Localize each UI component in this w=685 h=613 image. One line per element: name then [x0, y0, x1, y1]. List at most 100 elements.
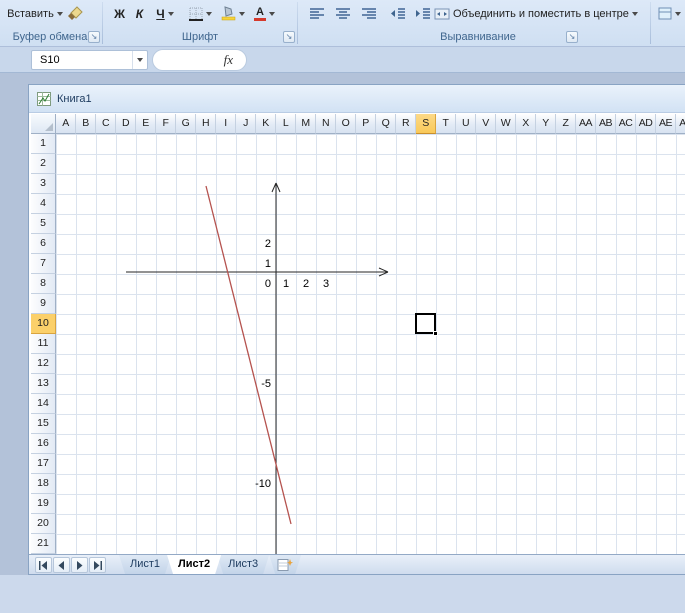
- row-header-9[interactable]: 9: [31, 294, 56, 314]
- column-header-B[interactable]: B: [76, 114, 96, 134]
- insert-function-button[interactable]: fx: [224, 52, 233, 68]
- previous-sheet-button[interactable]: [53, 557, 70, 573]
- row-header-11[interactable]: 11: [31, 334, 56, 354]
- row-header-8[interactable]: 8: [31, 274, 56, 294]
- align-left-button[interactable]: [305, 2, 329, 25]
- align-left-icon: [310, 8, 324, 19]
- column-header-I[interactable]: I: [216, 114, 236, 134]
- align-center-button[interactable]: [331, 2, 355, 25]
- column-header-F[interactable]: F: [156, 114, 176, 134]
- column-header-C[interactable]: C: [96, 114, 116, 134]
- borders-button[interactable]: [186, 2, 215, 25]
- row-header-2[interactable]: 2: [31, 154, 56, 174]
- column-header-T[interactable]: T: [436, 114, 456, 134]
- sheet-tab-Лист2[interactable]: Лист2: [167, 555, 221, 574]
- workbook-titlebar: Книга1: [29, 85, 685, 113]
- row-header-19[interactable]: 19: [31, 494, 56, 514]
- column-header-V[interactable]: V: [476, 114, 496, 134]
- decrease-indent-button[interactable]: [386, 2, 410, 25]
- row-header-17[interactable]: 17: [31, 454, 56, 474]
- row-header-7[interactable]: 7: [31, 254, 56, 274]
- align-right-button[interactable]: [357, 2, 381, 25]
- column-header-X[interactable]: X: [516, 114, 536, 134]
- selection-box[interactable]: [415, 313, 438, 336]
- underline-button[interactable]: Ч: [150, 2, 180, 25]
- row-header-4[interactable]: 4: [31, 194, 56, 214]
- column-header-L[interactable]: L: [276, 114, 296, 134]
- row-header-21[interactable]: 21: [31, 534, 56, 554]
- column-header-K[interactable]: K: [256, 114, 276, 134]
- clipboard-dialog-launcher[interactable]: ↘: [88, 31, 100, 43]
- grid[interactable]: 2 1 0 1 2 3 -5 -10: [56, 134, 685, 554]
- cell-K7[interactable]: 1: [236, 254, 276, 274]
- column-headers: ABCDEFGHIJKLMNOPQRSTUVWXYZAAABACADAEAF: [56, 114, 685, 134]
- name-box-dropdown[interactable]: [132, 51, 147, 69]
- column-header-E[interactable]: E: [136, 114, 156, 134]
- insert-sheet-button[interactable]: [269, 555, 301, 574]
- column-header-S[interactable]: S: [416, 114, 436, 134]
- row-header-14[interactable]: 14: [31, 394, 56, 414]
- font-group-text: Шрифт: [181, 31, 219, 43]
- column-header-G[interactable]: G: [176, 114, 196, 134]
- row-header-18[interactable]: 18: [31, 474, 56, 494]
- fill-handle[interactable]: [433, 331, 438, 336]
- column-header-R[interactable]: R: [396, 114, 416, 134]
- column-header-Z[interactable]: Z: [556, 114, 576, 134]
- column-header-P[interactable]: P: [356, 114, 376, 134]
- cell-layer: 2 1 0 1 2 3 -5 -10: [56, 134, 685, 554]
- italic-button[interactable]: К: [130, 2, 149, 25]
- row-header-10[interactable]: 10: [31, 314, 56, 334]
- column-header-Q[interactable]: Q: [376, 114, 396, 134]
- sheet-tab-Лист1[interactable]: Лист1: [119, 555, 171, 574]
- cell-K18[interactable]: -10: [236, 474, 276, 494]
- next-sheet-button[interactable]: [71, 557, 88, 573]
- cell-M8[interactable]: 2: [296, 274, 316, 294]
- row-header-1[interactable]: 1: [31, 134, 56, 154]
- column-header-H[interactable]: H: [196, 114, 216, 134]
- column-header-AE[interactable]: AE: [656, 114, 676, 134]
- row-header-3[interactable]: 3: [31, 174, 56, 194]
- cell-L8[interactable]: 1: [276, 274, 296, 294]
- name-box[interactable]: S10: [31, 50, 148, 70]
- merge-center-button[interactable]: Объединить и поместить в центре: [432, 2, 644, 25]
- cell-K6[interactable]: 2: [236, 234, 276, 254]
- font-dialog-launcher[interactable]: ↘: [283, 31, 295, 43]
- font-color-button[interactable]: А: [250, 2, 279, 25]
- format-painter-button[interactable]: [64, 2, 86, 25]
- column-header-D[interactable]: D: [116, 114, 136, 134]
- column-header-O[interactable]: O: [336, 114, 356, 134]
- row-header-13[interactable]: 13: [31, 374, 56, 394]
- column-header-AF[interactable]: AF: [676, 114, 685, 134]
- sheet-tab-Лист3[interactable]: Лист3: [217, 555, 269, 574]
- column-header-W[interactable]: W: [496, 114, 516, 134]
- alignment-dialog-launcher[interactable]: ↘: [566, 31, 578, 43]
- last-sheet-button[interactable]: [89, 557, 106, 573]
- column-header-AC[interactable]: AC: [616, 114, 636, 134]
- select-all-corner[interactable]: [31, 114, 56, 134]
- column-header-A[interactable]: A: [56, 114, 76, 134]
- column-header-N[interactable]: N: [316, 114, 336, 134]
- row-header-15[interactable]: 15: [31, 414, 56, 434]
- column-header-AD[interactable]: AD: [636, 114, 656, 134]
- fill-color-button[interactable]: [218, 2, 247, 25]
- cell-N8[interactable]: 3: [316, 274, 336, 294]
- cell-K8[interactable]: 0: [236, 274, 276, 294]
- column-header-J[interactable]: J: [236, 114, 256, 134]
- column-header-Y[interactable]: Y: [536, 114, 556, 134]
- paste-button[interactable]: Вставить: [6, 2, 64, 25]
- number-format-button[interactable]: [655, 2, 683, 25]
- first-sheet-button[interactable]: [35, 557, 52, 573]
- row-header-16[interactable]: 16: [31, 434, 56, 454]
- column-header-U[interactable]: U: [456, 114, 476, 134]
- row-header-12[interactable]: 12: [31, 354, 56, 374]
- row-header-20[interactable]: 20: [31, 514, 56, 534]
- cell-K13[interactable]: -5: [236, 374, 276, 394]
- bold-button[interactable]: Ж: [110, 2, 129, 25]
- font-color-icon: А: [254, 6, 266, 21]
- chevron-down-icon: [238, 11, 245, 16]
- column-header-M[interactable]: M: [296, 114, 316, 134]
- column-header-AA[interactable]: AA: [576, 114, 596, 134]
- row-header-5[interactable]: 5: [31, 214, 56, 234]
- column-header-AB[interactable]: AB: [596, 114, 616, 134]
- row-header-6[interactable]: 6: [31, 234, 56, 254]
